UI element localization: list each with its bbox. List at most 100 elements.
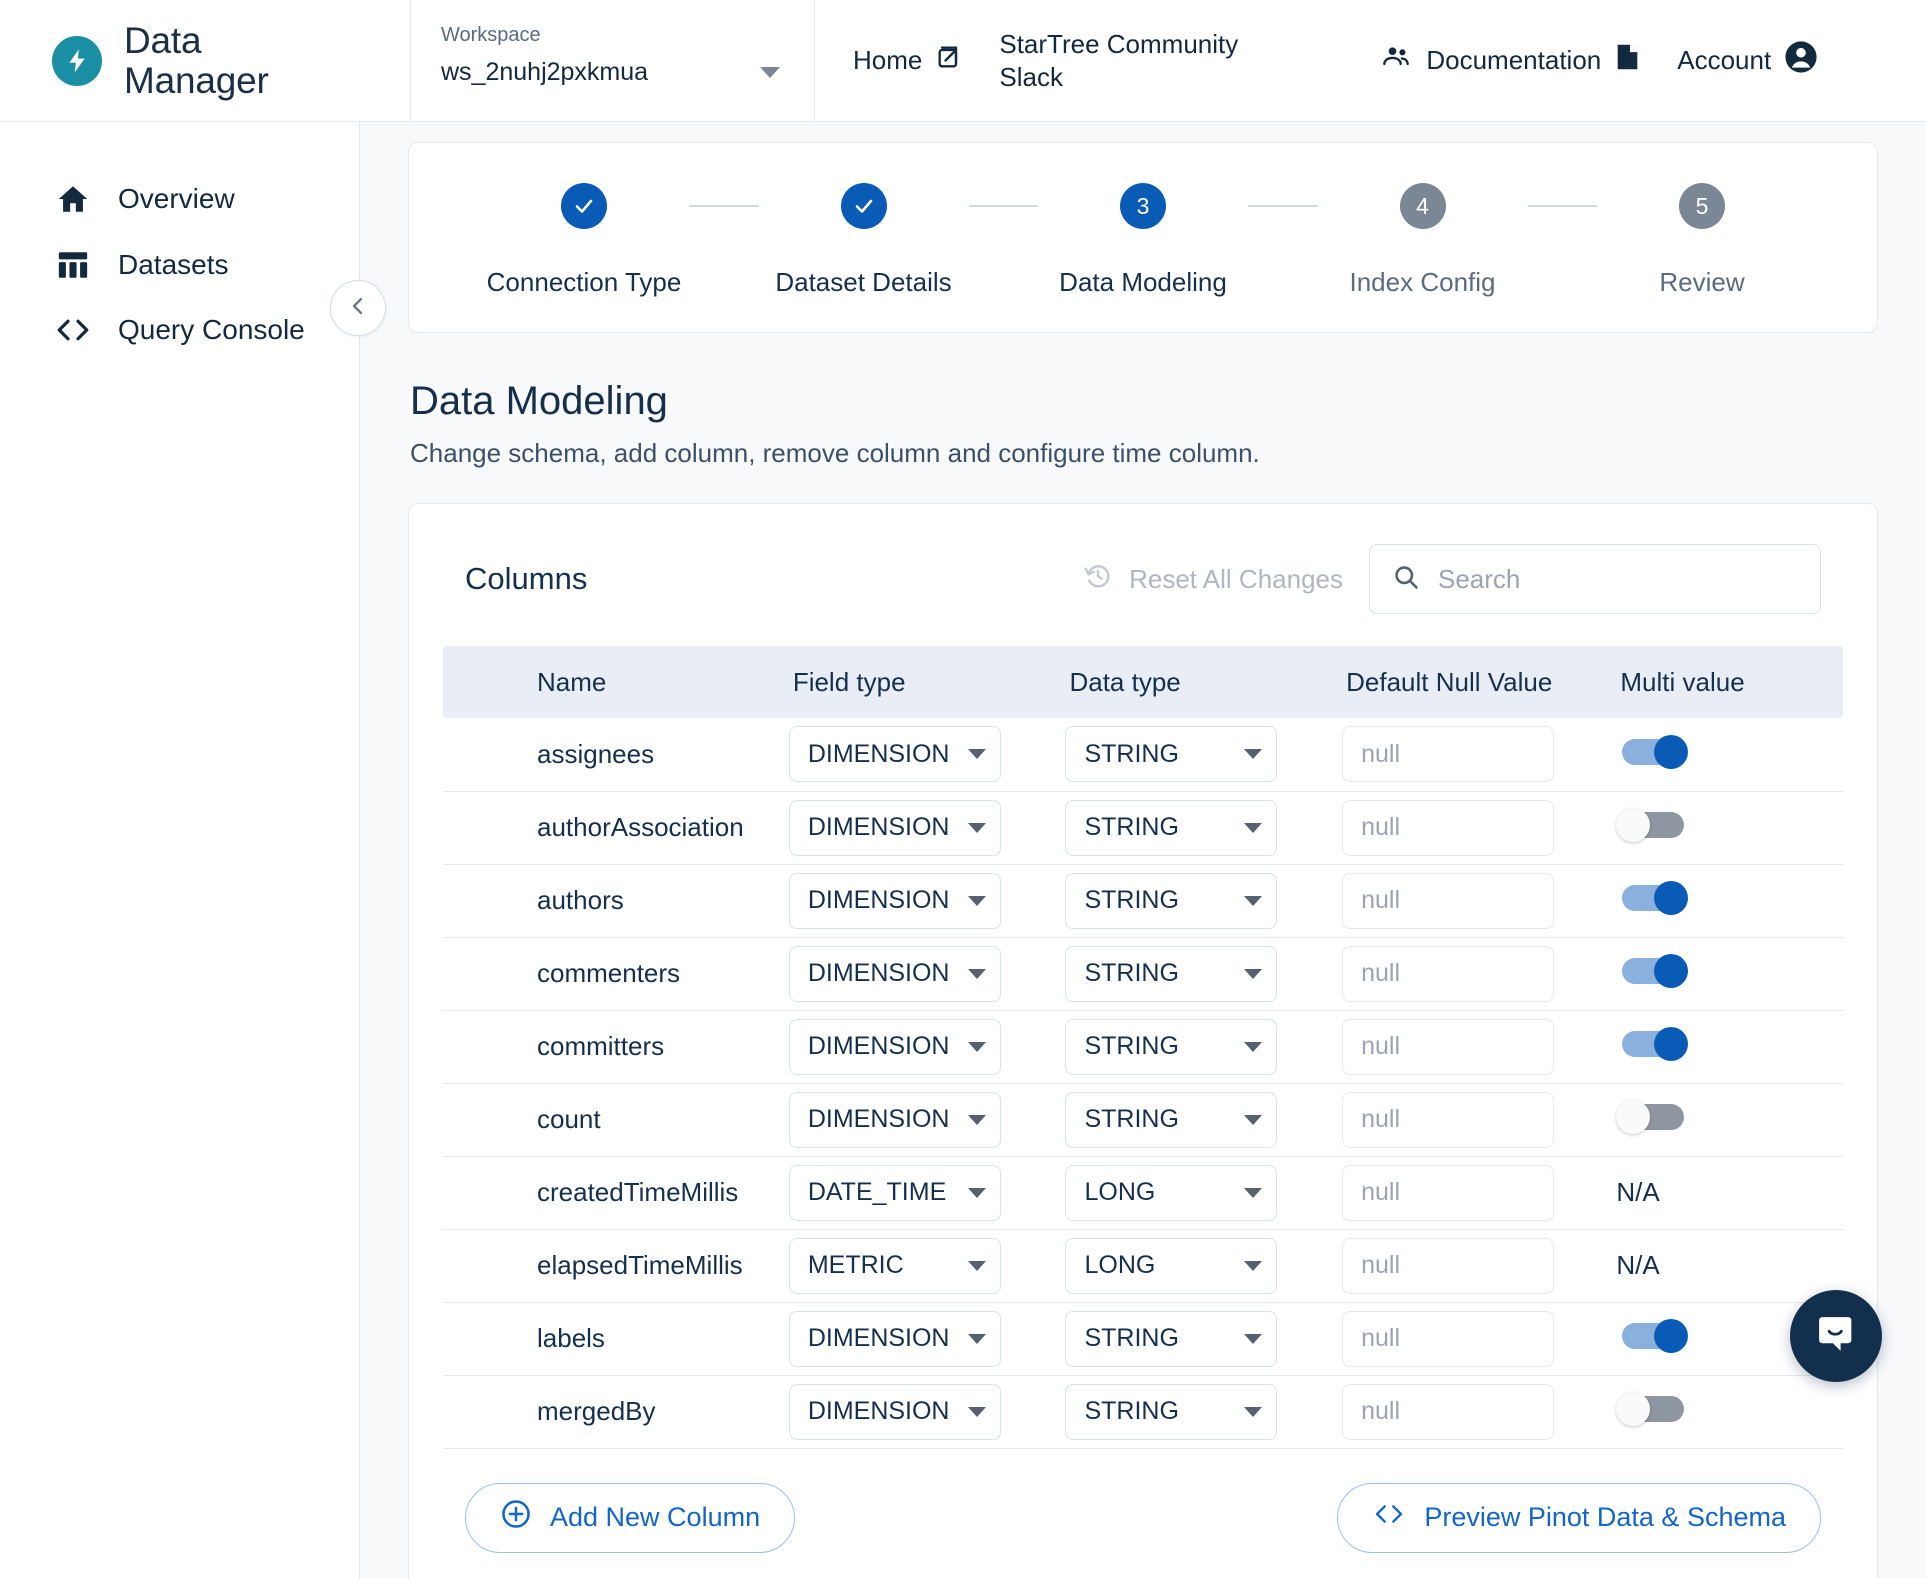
toggle-knob [1654,735,1688,769]
step-review[interactable]: 5 Review [1597,183,1807,298]
default-null-value-input[interactable] [1342,1384,1554,1440]
cell-name: authors [443,864,789,937]
preview-pinot-label: Preview Pinot Data & Schema [1424,1502,1786,1533]
step-index-config[interactable]: 4 Index Config [1318,183,1528,298]
data-type-value: STRING [1084,1397,1238,1426]
default-null-value-input[interactable] [1342,1019,1554,1075]
step-2-circle [841,183,887,229]
step-5-circle: 5 [1679,183,1725,229]
step-1-circle [561,183,607,229]
table-row: mergedByDIMENSIONSTRING [443,1375,1843,1448]
search-box[interactable] [1369,544,1821,614]
multi-value-toggle[interactable] [1616,1100,1688,1134]
toggle-knob [1654,1319,1688,1353]
data-type-select[interactable]: STRING [1065,1311,1277,1367]
step-data-modeling[interactable]: 3 Data Modeling [1038,183,1248,298]
sidebar-collapse-button[interactable] [330,280,386,336]
default-null-value-input[interactable] [1342,1165,1554,1221]
data-type-select[interactable]: STRING [1065,726,1277,782]
field-type-value: DATE_TIME [808,1178,962,1207]
default-null-value-input[interactable] [1342,873,1554,929]
data-type-select[interactable]: LONG [1065,1165,1277,1221]
search-input[interactable] [1438,564,1798,595]
data-type-select[interactable]: STRING [1065,800,1277,856]
chevron-down-icon[interactable] [760,67,780,78]
step-2-label: Dataset Details [775,267,951,298]
cell-name: commenters [443,937,789,1010]
chat-bubble-icon [1813,1311,1859,1362]
preview-pinot-data-schema-button[interactable]: Preview Pinot Data & Schema [1337,1483,1821,1553]
nav-item-home[interactable]: Home [853,43,963,78]
field-type-select[interactable]: DIMENSION [789,1019,1001,1075]
field-type-select[interactable]: DIMENSION [789,1092,1001,1148]
bolt-icon [52,36,102,86]
field-type-select[interactable]: DIMENSION [789,1384,1001,1440]
default-null-value-input[interactable] [1342,1238,1554,1294]
chevron-down-icon [968,1042,986,1052]
chevron-down-icon [968,823,986,833]
cell-name: authorAssociation [443,791,789,864]
table-row: committersDIMENSIONSTRING [443,1010,1843,1083]
field-type-value: DIMENSION [808,740,962,769]
data-type-select[interactable]: LONG [1065,1238,1277,1294]
external-link-icon [935,43,963,78]
multi-value-toggle[interactable] [1616,1027,1688,1061]
workspace-selector[interactable]: Workspace ws_2nuhj2pxkmua [410,0,815,121]
field-type-select[interactable]: DIMENSION [789,1311,1001,1367]
chevron-down-icon [1244,969,1262,979]
field-type-select[interactable]: DIMENSION [789,946,1001,1002]
sidebar-item-datasets-label: Datasets [118,249,229,281]
add-new-column-label: Add New Column [550,1502,760,1533]
multi-value-toggle[interactable] [1616,881,1688,915]
add-new-column-button[interactable]: Add New Column [465,1483,795,1553]
nav-item-account[interactable]: Account [1677,40,1818,81]
data-type-select[interactable]: STRING [1065,1092,1277,1148]
cell-name: assignees [443,718,789,791]
reset-all-changes-button[interactable]: Reset All Changes [1083,561,1343,598]
table-row: countDIMENSIONSTRING [443,1083,1843,1156]
default-null-value-input[interactable] [1342,946,1554,1002]
step-dataset-details[interactable]: Dataset Details [759,183,969,298]
field-type-select[interactable]: DIMENSION [789,726,1001,782]
columns-panel: Columns Reset All Changes [408,503,1878,1578]
data-type-select[interactable]: STRING [1065,946,1277,1002]
field-type-select[interactable]: DIMENSION [789,800,1001,856]
top-nav: Home StarTree Community Slack [815,0,1926,121]
chat-support-button[interactable] [1790,1290,1882,1382]
column-header-multi-value: Multi value [1616,646,1843,718]
data-type-select[interactable]: STRING [1065,1019,1277,1075]
multi-value-toggle[interactable] [1616,1392,1688,1426]
history-restore-icon [1083,561,1113,598]
field-type-select[interactable]: DATE_TIME [789,1165,1001,1221]
multi-value-toggle[interactable] [1616,808,1688,842]
sidebar-item-query-console-label: Query Console [118,314,305,346]
chevron-down-icon [968,749,986,759]
field-type-value: DIMENSION [808,959,962,988]
step-4-circle: 4 [1400,183,1446,229]
cell-name: elapsedTimeMillis [443,1229,789,1302]
default-null-value-input[interactable] [1342,1092,1554,1148]
sidebar-item-overview[interactable]: Overview [0,166,359,232]
sidebar-item-query-console[interactable]: Query Console [0,298,359,362]
nav-slack-label: StarTree Community Slack [999,28,1279,93]
default-null-value-input[interactable] [1342,800,1554,856]
multi-value-toggle[interactable] [1616,954,1688,988]
column-header-field-type: Field type [789,646,1066,718]
multi-value-toggle[interactable] [1616,735,1688,769]
data-type-select[interactable]: STRING [1065,1384,1277,1440]
nav-item-startree-community-slack[interactable]: StarTree Community Slack [999,28,1279,93]
chevron-down-icon [1244,1334,1262,1344]
field-type-value: DIMENSION [808,1397,962,1426]
field-type-select[interactable]: DIMENSION [789,873,1001,929]
column-header-name: Name [443,646,789,718]
data-type-value: LONG [1084,1251,1238,1280]
data-type-select[interactable]: STRING [1065,873,1277,929]
step-connection-type[interactable]: Connection Type [479,183,689,298]
default-null-value-input[interactable] [1342,1311,1554,1367]
multi-value-toggle[interactable] [1616,1319,1688,1353]
sidebar-item-datasets[interactable]: Datasets [0,232,359,298]
brand[interactable]: Data Manager [0,0,410,121]
field-type-select[interactable]: METRIC [789,1238,1001,1294]
default-null-value-input[interactable] [1342,726,1554,782]
nav-item-documentation[interactable]: Documentation [1379,42,1641,79]
